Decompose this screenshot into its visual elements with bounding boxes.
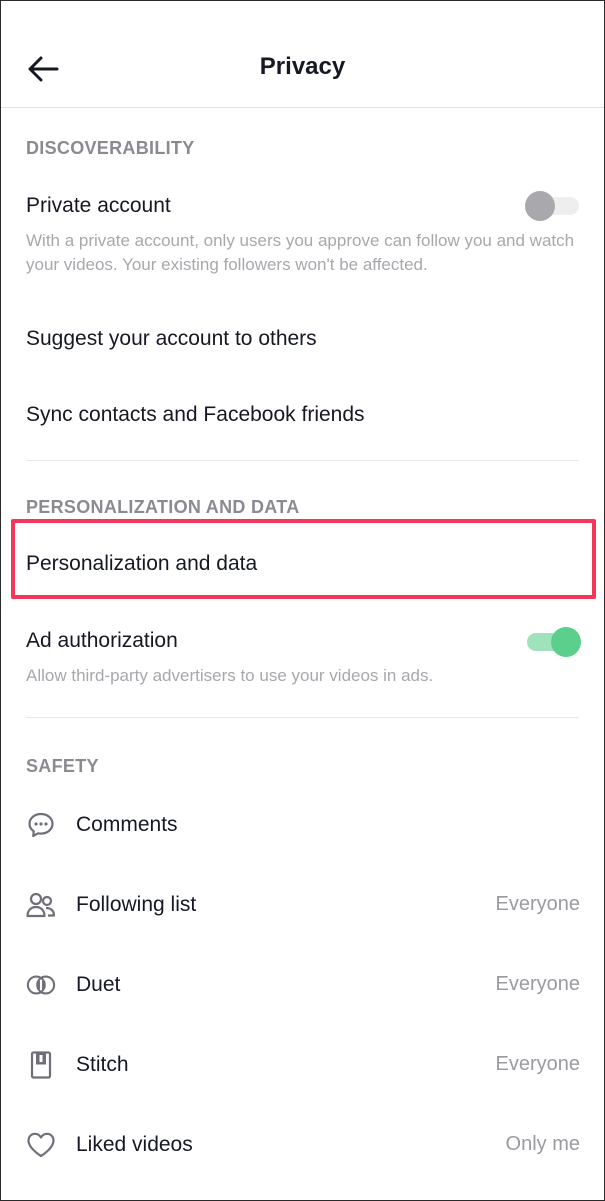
safety-item-duet[interactable]: Duet Everyone (1, 955, 604, 1015)
heart-icon (26, 1130, 56, 1160)
safety-item-label: Liked videos (76, 1133, 193, 1156)
section-divider (26, 717, 579, 718)
page-title: Privacy (259, 53, 346, 80)
safety-item-value: Everyone (495, 973, 581, 995)
section-header-personalization: PERSONALIZATION AND DATA (26, 497, 300, 517)
section-header-discoverability: DISCOVERABILITY (26, 138, 195, 158)
duet-icon (26, 970, 56, 1000)
ad-authorization-description: Allow third-party advertisers to use you… (26, 666, 434, 685)
safety-item-label: Comments (76, 813, 178, 836)
ad-authorization-label: Ad authorization (26, 629, 178, 652)
private-account-label: Private account (26, 194, 171, 217)
safety-item-value: Everyone (495, 893, 581, 915)
people-icon (26, 890, 56, 920)
safety-item-value: Only me (505, 1133, 580, 1155)
ad-authorization-toggle[interactable] (525, 627, 581, 657)
header-bar: Privacy (1, 1, 604, 108)
private-account-toggle[interactable] (525, 191, 581, 221)
privacy-screen: Privacy DISCOVERABILITY Private account … (0, 0, 605, 1201)
personalization-and-data-item[interactable]: Personalization and data (26, 552, 257, 576)
private-account-description: With a private account, only users you a… (26, 231, 575, 274)
section-divider (26, 460, 579, 461)
safety-item-comments[interactable]: Comments (1, 795, 604, 855)
suggest-account-item[interactable]: Suggest your account to others (26, 327, 317, 351)
comment-bubble-icon (26, 810, 56, 840)
toggle-knob (525, 191, 555, 221)
safety-item-label: Stitch (76, 1053, 129, 1076)
safety-item-value: Everyone (495, 1053, 581, 1075)
sync-contacts-item[interactable]: Sync contacts and Facebook friends (26, 403, 365, 427)
safety-item-stitch[interactable]: Stitch Everyone (1, 1035, 604, 1095)
toggle-knob (551, 627, 581, 657)
section-header-safety: SAFETY (26, 756, 99, 776)
safety-item-following-list[interactable]: Following list Everyone (1, 875, 604, 935)
safety-item-label: Duet (76, 973, 121, 996)
safety-item-liked-videos[interactable]: Liked videos Only me (1, 1115, 604, 1175)
safety-item-label: Following list (76, 893, 197, 916)
stitch-icon (26, 1050, 56, 1080)
